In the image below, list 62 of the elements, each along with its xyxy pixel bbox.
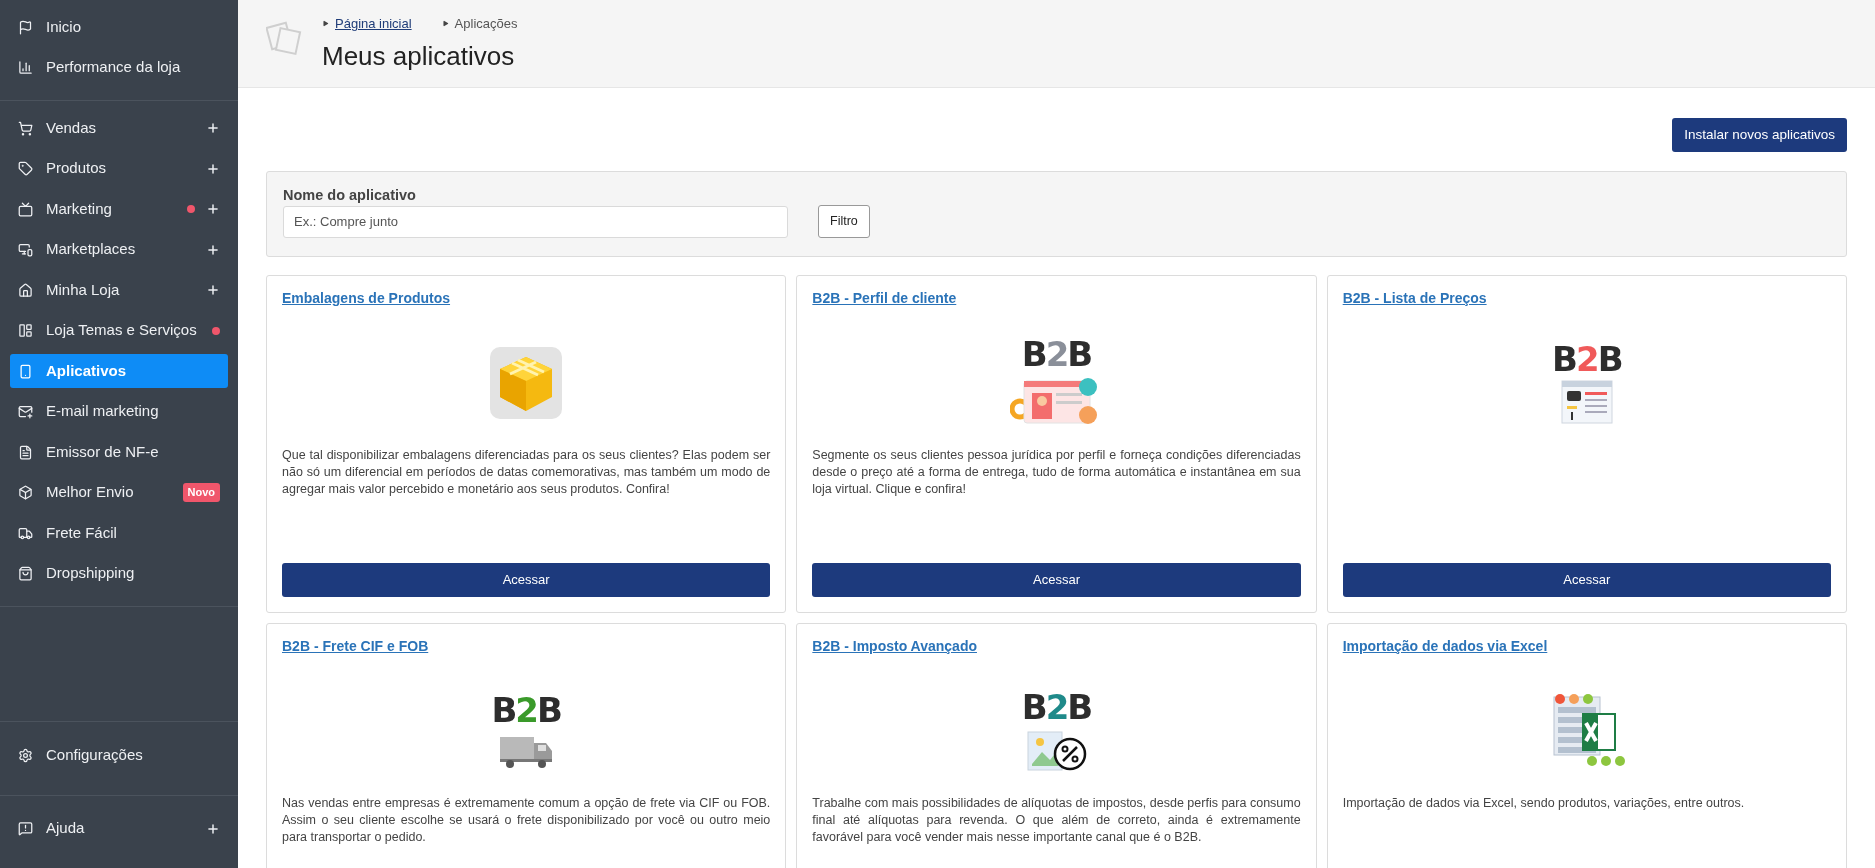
pages-icon xyxy=(266,20,302,56)
new-badge: Novo xyxy=(182,483,220,502)
app-title-link[interactable]: B2B - Frete CIF e FOB xyxy=(282,636,429,657)
sidebar-item[interactable]: Melhor Envio Novo xyxy=(10,475,228,510)
sidebar-item[interactable]: Dropshipping xyxy=(10,556,228,591)
app-name-field[interactable]: Ex.: Compre junto xyxy=(283,205,788,238)
app-title-link[interactable]: B2B - Perfil de cliente xyxy=(812,288,957,309)
app-description: Trabalhe com mais possibilidades de alíquotas de impostos, desde perfis para consumo final até alíquotas para revenda. O que além de correto, ainda é extremamente favorável para você vender mais nesse importante canal que é o B2B. xyxy=(812,795,1301,846)
caret-icon xyxy=(322,20,329,28)
sidebar-item[interactable]: Minha Loja xyxy=(10,273,228,307)
flag-icon xyxy=(18,19,33,35)
document-icon xyxy=(18,444,33,460)
app-title-link[interactable]: B2B - Lista de Preços xyxy=(1342,288,1487,309)
tv-icon xyxy=(18,201,33,217)
app-title-link[interactable]: Embalagens de Produtos xyxy=(282,288,451,309)
install-apps-button[interactable]: Instalar novos aplicativos xyxy=(1672,118,1847,152)
settings-icon xyxy=(18,747,33,763)
sidebar-item[interactable]: Produtos xyxy=(10,151,228,186)
b2b-logo: B2B xyxy=(1021,337,1092,371)
filter-label: Nome do aplicativo xyxy=(283,186,417,204)
monitor-icon xyxy=(18,242,33,257)
page-title: Meus aplicativos xyxy=(322,39,516,72)
chat-icon xyxy=(18,821,33,836)
app-description: Nas vendas entre empresas é extremamente comum a opção de frete via CIF ou FOB. Assim o seu cliente escolhe se usará o frete disponibilizado por você ou outro meio para transportar o pedido. xyxy=(282,795,771,846)
sidebar-item[interactable]: Performance da loja xyxy=(10,50,228,85)
sidebar-item[interactable]: Configurações xyxy=(10,738,228,772)
bar-chart-icon xyxy=(18,60,33,75)
sidebar-item[interactable]: Emissor de NF-e xyxy=(10,435,228,469)
sidebar-item[interactable]: Inicio xyxy=(10,10,228,44)
breadcrumb-current: Aplicações xyxy=(454,15,518,33)
price-list-illustration xyxy=(1560,380,1613,424)
breadcrumb-link[interactable]: Página inicial xyxy=(335,14,412,34)
bag-icon xyxy=(18,566,33,581)
sidebar-item[interactable]: Marketing xyxy=(10,192,228,226)
sidebar-item[interactable]: Marketplaces xyxy=(10,232,228,267)
sidebar-item[interactable]: Ajuda xyxy=(10,811,228,846)
cube-icon xyxy=(18,485,33,500)
b2b-logo: B2B xyxy=(1552,342,1622,376)
truck-icon xyxy=(18,525,33,541)
phone-icon xyxy=(18,363,33,379)
access-button[interactable]: Acessar xyxy=(812,563,1301,597)
sidebar-item[interactable]: Loja Temas e Serviços xyxy=(10,313,228,348)
b2b-logo: B2B xyxy=(1021,690,1092,724)
b2b-logo: B2B xyxy=(491,693,561,727)
access-button[interactable]: Acessar xyxy=(1342,563,1831,597)
caret-icon xyxy=(441,20,449,28)
tag-icon xyxy=(18,161,33,176)
sidebar-item[interactable]: Frete Fácil xyxy=(10,516,228,550)
access-button[interactable]: Acessar xyxy=(282,563,771,597)
mail-icon xyxy=(18,404,33,419)
house-icon xyxy=(18,282,33,298)
sidebar-item[interactable]: E-mail marketing xyxy=(10,394,228,429)
filter-button[interactable]: Filtro xyxy=(818,205,870,238)
app-title-link[interactable]: B2B - Imposto Avançado xyxy=(812,636,977,657)
sidebar-item[interactable]: Vendas xyxy=(10,111,228,145)
app-description: Segmente os seus clientes pessoa jurídica por perfil e forneça condições diferenciadas desde o preço até a forma de entrega, tudo de forma automática e instantânea em sua loja virtual. Clique e confira! xyxy=(812,447,1301,498)
app-description: Importação de dados via Excel, sendo produtos, variações, entre outros. xyxy=(1342,795,1746,812)
tax-illustration xyxy=(1024,728,1089,772)
layout-icon xyxy=(18,323,33,338)
app-title-link[interactable]: Importação de dados via Excel xyxy=(1342,636,1548,657)
app-description: Que tal disponibilizar embalagens diferenciadas para os seus clientes? Elas podem ser não só um diferencial em períodos de datas comemorativas, mas também um modo de agregar mais valor percebido e monetário aos seus produtos. Confira! xyxy=(282,447,771,498)
cart-icon xyxy=(18,120,33,136)
